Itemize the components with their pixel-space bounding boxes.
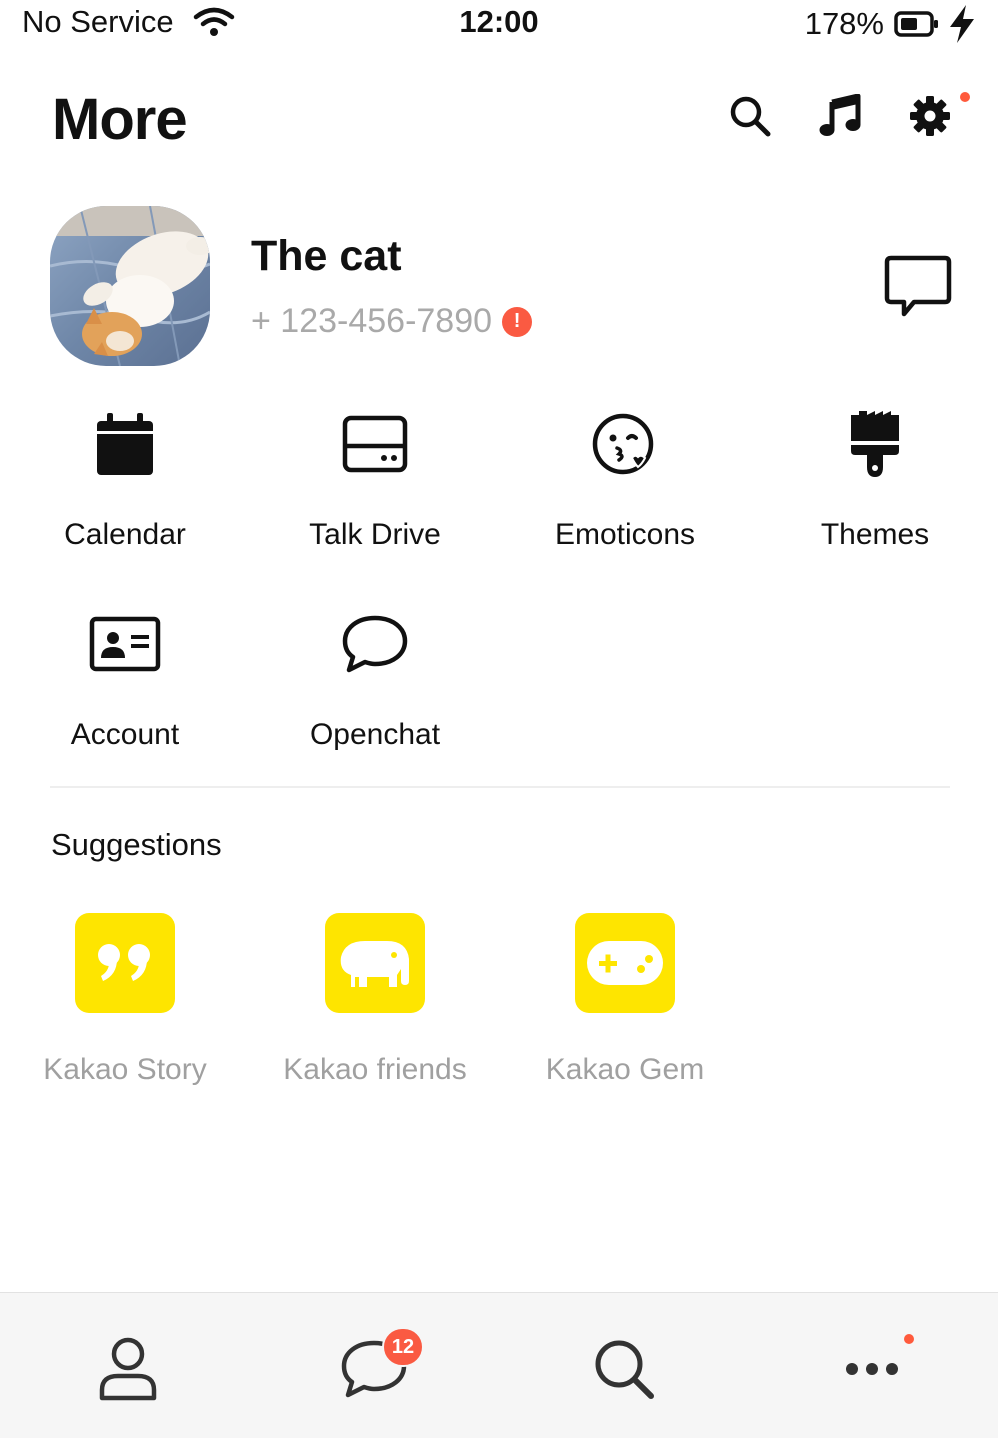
- more-notification-dot: [904, 1334, 914, 1344]
- suggestion-kakao-story[interactable]: Kakao Story: [0, 913, 250, 1086]
- elephant-icon: [340, 941, 409, 987]
- grid-item-themes[interactable]: Themes: [750, 404, 998, 564]
- brush-icon: [851, 411, 899, 477]
- bottom-tab-bar: [0, 1292, 998, 1438]
- speech-bubble-icon: [342, 615, 408, 673]
- grid-item-emoticons[interactable]: Emoticons: [500, 404, 750, 564]
- search-button[interactable]: [726, 92, 774, 140]
- grid-label: Calendar: [64, 518, 186, 551]
- tab-friends[interactable]: [88, 1329, 168, 1409]
- chat-unread-badge: 12: [382, 1327, 424, 1367]
- grid-item-calendar[interactable]: Calendar: [0, 404, 250, 564]
- charging-bolt-icon: [950, 5, 974, 43]
- status-bar: No Service 12:00 178%: [0, 0, 998, 46]
- music-button[interactable]: [816, 92, 864, 140]
- grid-label: Emoticons: [554, 518, 696, 551]
- suggestion-kakao-friends[interactable]: Kakao friends: [250, 913, 500, 1086]
- suggestion-label: Kakao Gem: [545, 1053, 705, 1086]
- suggestions-title: Suggestions: [51, 827, 222, 862]
- phone-alert-badge[interactable]: !: [502, 306, 533, 337]
- cat-photo: [50, 206, 210, 366]
- grid-item-openchat[interactable]: Openchat: [250, 604, 500, 764]
- grid-label: Account: [70, 718, 180, 751]
- profile-phone: + 123-456-7890: [251, 302, 493, 340]
- grid-label: Openchat: [309, 718, 441, 751]
- battery-icon: [894, 11, 938, 37]
- suggestion-label: Kakao friends: [283, 1053, 467, 1086]
- header-actions: [0, 92, 998, 142]
- my-chat-button[interactable]: [884, 254, 952, 320]
- music-icon: [819, 94, 861, 136]
- profile-phone-row: + 123-456-7890 !: [251, 302, 533, 341]
- chat-bubble-square-icon: [884, 255, 952, 317]
- grid-label: Talk Drive: [309, 518, 441, 551]
- tab-search[interactable]: [584, 1329, 664, 1409]
- settings-button[interactable]: [906, 92, 954, 140]
- section-divider: [50, 786, 950, 788]
- grid-label: Themes: [820, 518, 930, 551]
- search-icon: [730, 96, 771, 137]
- drive-icon: [342, 415, 408, 473]
- settings-notification-dot: [960, 92, 970, 102]
- settings-icon: [910, 96, 950, 136]
- suggestion-label: Kakao Story: [43, 1053, 207, 1086]
- id-card-icon: [89, 616, 161, 672]
- gamepad-icon: [587, 941, 663, 985]
- search-icon: [595, 1340, 654, 1399]
- tab-more[interactable]: [832, 1329, 912, 1409]
- grid-item-account[interactable]: Account: [0, 604, 250, 764]
- grid-item-talk-drive[interactable]: Talk Drive: [250, 404, 500, 564]
- emoticon-icon: [592, 413, 654, 475]
- avatar[interactable]: [50, 206, 210, 366]
- quote-icon: [98, 944, 150, 981]
- calendar-icon: [97, 413, 153, 475]
- battery-percent: 178%: [804, 6, 884, 41]
- suggestion-kakao-gem[interactable]: Kakao Gem: [500, 913, 750, 1086]
- profile-name: The cat: [251, 232, 402, 280]
- more-dots-icon: [846, 1363, 898, 1375]
- person-icon: [99, 1337, 157, 1401]
